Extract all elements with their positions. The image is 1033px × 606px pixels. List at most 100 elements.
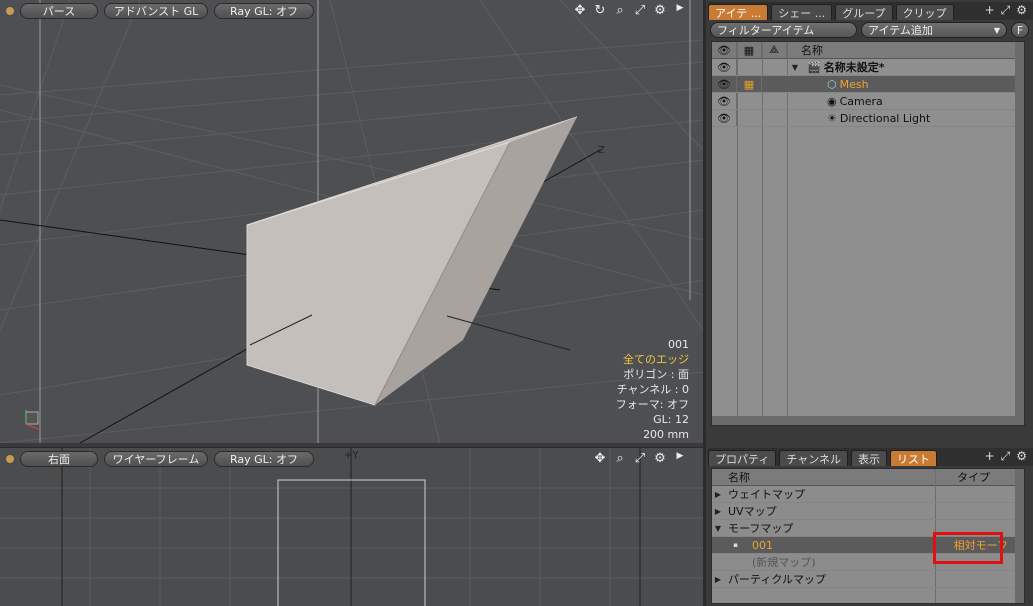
gear-icon[interactable]: ⚙	[1016, 3, 1027, 18]
maximize-icon[interactable]: ⤢	[633, 451, 647, 466]
list-item-camera[interactable]: 👁 ◉ Camera	[712, 93, 1024, 110]
highlight-box	[933, 532, 1003, 564]
scrollbar-horizontal[interactable]	[712, 416, 1024, 425]
rotate-icon[interactable]: ↻	[593, 3, 607, 18]
viewport-menu-dot[interactable]	[6, 455, 14, 463]
tab-groups[interactable]: グループ	[835, 4, 893, 20]
shading-button[interactable]: ワイヤーフレーム	[104, 451, 208, 467]
list-item[interactable]: ▶ パーティクルマップ	[712, 571, 1024, 588]
tab-channels[interactable]: チャンネル	[779, 450, 849, 466]
zoom-icon[interactable]: ⌕	[613, 451, 627, 466]
filter-items-button[interactable]: フィルターアイテム	[710, 22, 857, 38]
eye-icon[interactable]: 👁	[712, 110, 737, 126]
tab-properties[interactable]: プロパティ	[708, 450, 777, 466]
shading-button[interactable]: アドバンスト GL	[104, 3, 208, 19]
item-list[interactable]: 👁 ▦ ⟁ 名称 👁 ▼ 🎬 名称未設定* 👁 ▦ ⬡ Mesh 👁 ◉ Cam…	[711, 41, 1025, 426]
items-tabbar: アイテ ... シェー ... グループ クリップ + ⤢ ⚙	[708, 2, 1033, 20]
gear-icon[interactable]: ⚙	[653, 3, 667, 18]
item-list-header: 👁 ▦ ⟁ 名称	[712, 42, 1024, 59]
item-label: Camera	[839, 94, 883, 108]
chevron-down-icon[interactable]: ▼	[712, 524, 724, 533]
list-item-label: 001	[752, 538, 773, 552]
eye-icon[interactable]: 👁	[712, 59, 737, 75]
add-tab-icon[interactable]: +	[985, 449, 995, 464]
list-item-scene[interactable]: 👁 ▼ 🎬 名称未設定*	[712, 59, 1024, 76]
list-item[interactable]: ▶ ウェイトマップ	[712, 486, 1024, 503]
add-item-dropdown[interactable]: アイテム追加 ▼	[861, 22, 1007, 38]
gear-icon[interactable]: ⚙	[653, 451, 667, 466]
info-polygon: ポリゴン : 面	[623, 368, 689, 381]
info-gl: GL: 12	[653, 413, 689, 426]
list-item-label: ウェイトマップ	[728, 488, 805, 501]
right-panel: アイテ ... シェー ... グループ クリップ + ⤢ ⚙ フィルターアイテ…	[703, 0, 1033, 606]
add-tab-icon[interactable]: +	[985, 3, 995, 18]
chevron-right-icon[interactable]: ▶	[712, 490, 724, 499]
list-item[interactable]: ▶ UVマップ	[712, 503, 1024, 520]
clapper-icon: 🎬	[807, 60, 821, 74]
move-icon[interactable]: ✥	[593, 451, 607, 466]
z-axis-label: Z	[598, 145, 605, 156]
tab-tools: + ⤢ ⚙	[985, 449, 1027, 464]
gear-icon[interactable]: ⚙	[1016, 449, 1027, 464]
viewport-tools-bottom: ✥ ⌕ ⤢ ⚙ ▶	[593, 451, 687, 466]
viewport-menu-dot[interactable]	[6, 7, 14, 15]
list-item-label: UVマップ	[728, 505, 777, 518]
item-label: Directional Light	[839, 111, 931, 125]
list-item-label: モーフマップ	[728, 522, 794, 535]
render-icon[interactable]: ▦	[737, 42, 762, 58]
eye-icon[interactable]: 👁	[712, 42, 737, 58]
right-view-scene	[0, 448, 703, 606]
zoom-icon[interactable]: ⌕	[613, 3, 627, 18]
arrow-right-icon[interactable]: ▶	[673, 451, 687, 466]
f-button[interactable]: F	[1011, 22, 1029, 38]
viewport-tools: ✥ ↻ ⌕ ⤢ ⚙ ▶	[573, 3, 687, 18]
view-type-button[interactable]: 右面	[20, 451, 98, 467]
props-tabbar: プロパティ チャンネル 表示 リスト + ⤢ ⚙	[708, 448, 1033, 466]
axis-gizmo	[25, 410, 41, 431]
info-former: フォーマ: オフ	[615, 398, 689, 411]
app-root: Z パース アドバンスト GL Ray GL: オフ ✥ ↻ ⌕ ⤢ ⚙ ▶ 0…	[0, 0, 1033, 606]
raygl-button[interactable]: Ray GL: オフ	[214, 3, 314, 19]
scene-name: 名称未設定*	[823, 61, 885, 74]
tab-list[interactable]: リスト	[890, 450, 938, 466]
scrollbar-vertical[interactable]	[1015, 42, 1024, 425]
list-item-light[interactable]: 👁 ☀ Directional Light	[712, 110, 1024, 127]
vertex-map-header-type: タイプ	[957, 471, 990, 484]
list-item-label: (新規マップ)	[752, 556, 816, 569]
camera-icon: ◉	[827, 94, 837, 108]
tab-clips[interactable]: クリップ	[895, 4, 954, 20]
chevron-right-icon[interactable]: ▶	[712, 575, 724, 584]
list-item-mesh[interactable]: 👁 ▦ ⬡ Mesh	[712, 76, 1024, 93]
raygl-button[interactable]: Ray GL: オフ	[214, 451, 314, 467]
tab-display[interactable]: 表示	[851, 450, 888, 466]
item-label: Mesh	[839, 77, 869, 91]
add-item-label: アイテム追加	[868, 24, 933, 37]
move-icon[interactable]: ✥	[573, 3, 587, 18]
info-map: 001	[668, 338, 689, 351]
tab-items[interactable]: アイテ ...	[708, 4, 769, 20]
filter-bar: フィルターアイテム アイテム追加 ▼ F	[710, 22, 1032, 38]
eye-icon[interactable]: 👁	[712, 76, 737, 92]
right-viewport[interactable]: +Y 右面 ワイヤーフレーム Ray GL: オフ ✥ ⌕ ⤢ ⚙ ▶	[0, 447, 703, 606]
item-list-header-name: 名称	[801, 44, 823, 57]
perspective-scene	[0, 0, 703, 443]
chevron-down-icon[interactable]: ▼	[789, 63, 801, 72]
mesh-icon: ⬡	[827, 77, 837, 91]
view-type-button[interactable]: パース	[20, 3, 98, 19]
eye-icon[interactable]: 👁	[712, 93, 737, 109]
light-icon: ☀	[827, 111, 837, 125]
maximize-icon[interactable]: ⤢	[1001, 449, 1011, 464]
axis-icon[interactable]: ⟁	[762, 42, 787, 58]
maximize-icon[interactable]: ⤢	[633, 3, 647, 18]
chevron-down-icon: ▼	[993, 25, 1000, 35]
perspective-viewport[interactable]: Z パース アドバンスト GL Ray GL: オフ ✥ ↻ ⌕ ⤢ ⚙ ▶ 0…	[0, 0, 703, 443]
render-icon[interactable]: ▦	[737, 76, 762, 92]
chevron-right-icon[interactable]: ▶	[712, 507, 724, 516]
info-channel: チャンネル : 0	[616, 383, 689, 396]
info-edges: 全てのエッジ	[623, 353, 689, 366]
info-size: 200 mm	[643, 428, 689, 441]
scrollbar-vertical[interactable]	[1015, 469, 1024, 603]
arrow-right-icon[interactable]: ▶	[673, 3, 687, 18]
maximize-icon[interactable]: ⤢	[1001, 3, 1011, 18]
tab-shader[interactable]: シェー ...	[771, 4, 833, 20]
